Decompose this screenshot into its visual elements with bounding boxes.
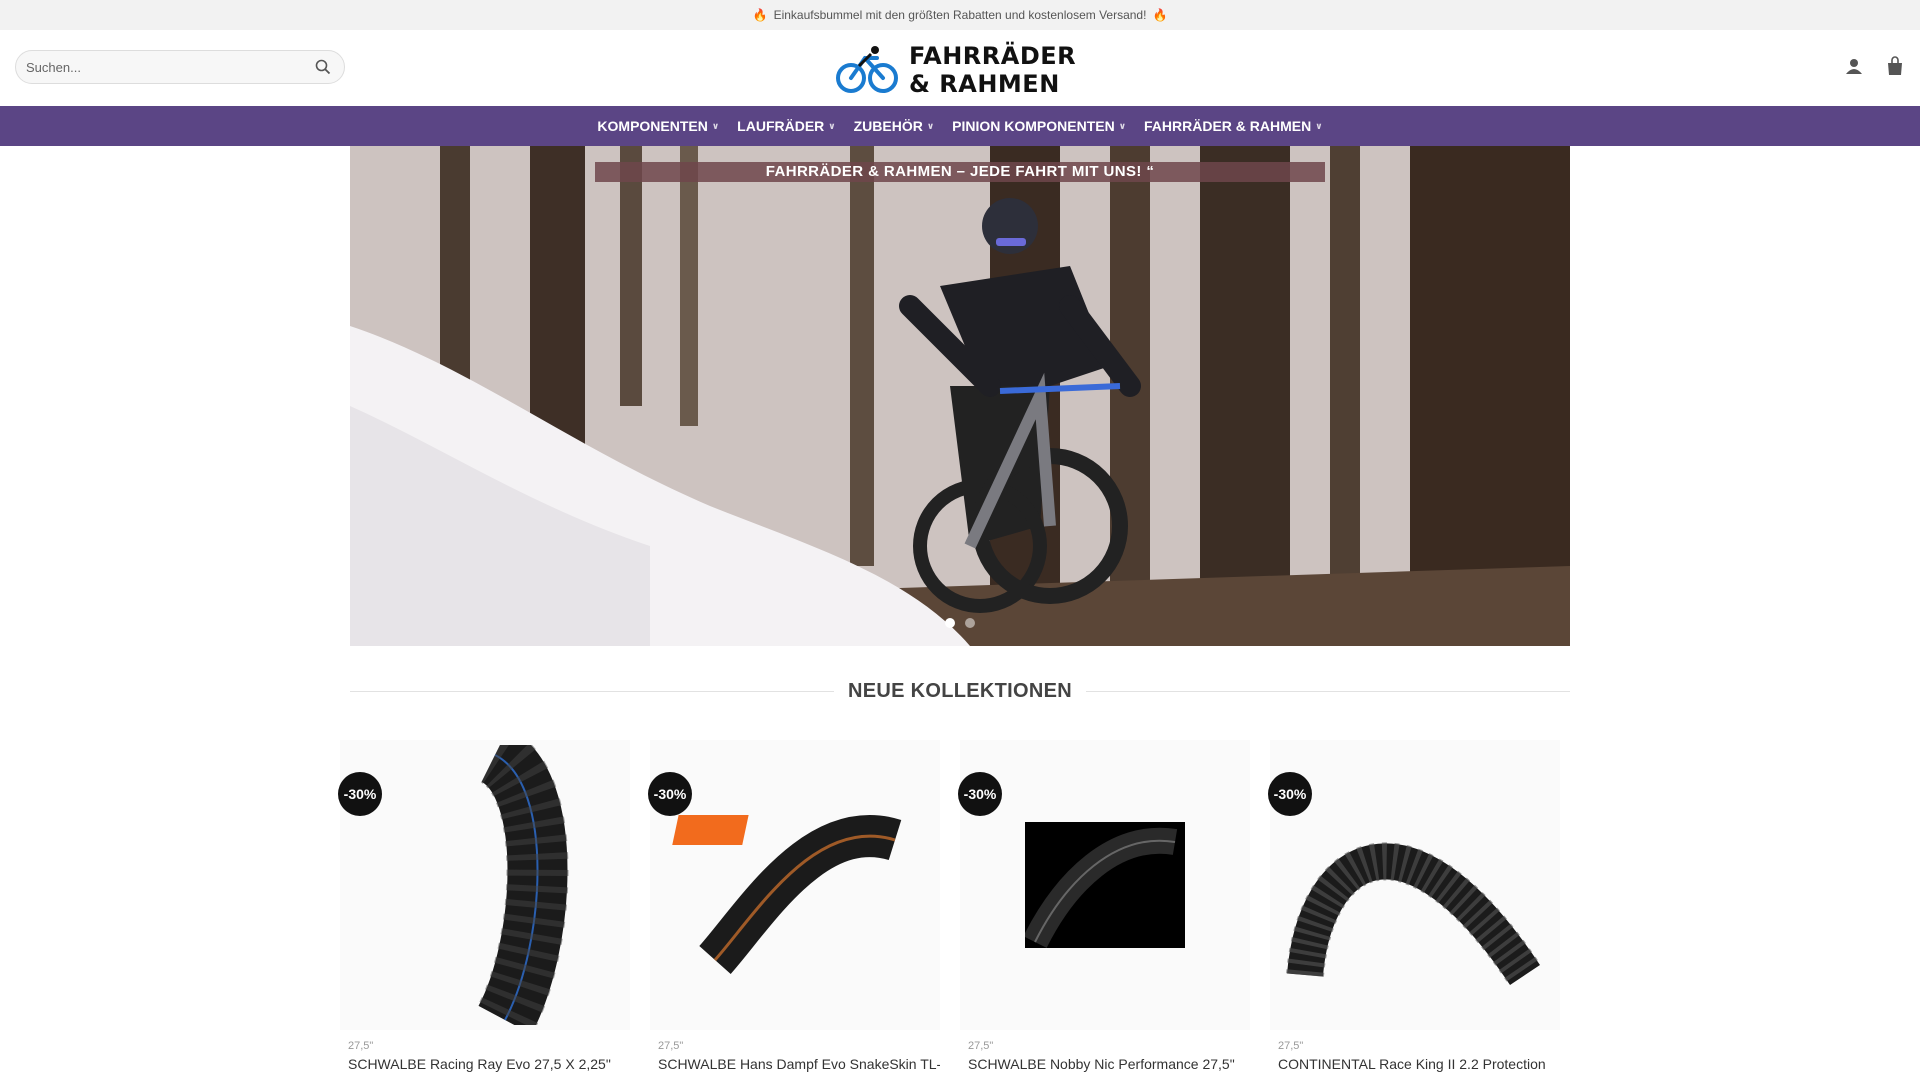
product-category: 27,5" [1278, 1040, 1304, 1052]
product-grid: -30% 27,5" SCHWALBE Racing Ray Evo 27,5 … [338, 740, 1580, 1072]
tire-image [1286, 842, 1541, 986]
bicycle-logo-icon [836, 46, 898, 93]
product-name[interactable]: SCHWALBE Racing Ray Evo 27,5 X 2,25" [348, 1056, 630, 1072]
tire-image [477, 745, 569, 1025]
logo-line-1: FAHRRÄDER [909, 42, 1077, 70]
sale-badge: -30% [1268, 772, 1312, 816]
nav-label: FAHRRÄDER & RAHMEN [1144, 118, 1312, 134]
product-image[interactable] [340, 740, 630, 1030]
product-name[interactable]: CONTINENTAL Race King II 2.2 Protection [1278, 1056, 1560, 1072]
tire-image [672, 815, 902, 974]
product-name[interactable]: SCHWALBE Nobby Nic Performance 27,5" [968, 1056, 1250, 1072]
search-icon[interactable] [312, 56, 334, 78]
announcement-bar: 🔥 Einkaufsbummel mit den größten Rabatte… [0, 0, 1920, 30]
hero-slider[interactable]: FAHRRÄDER & RAHMEN – JEDE FAHRT MIT UNS!… [350, 146, 1570, 646]
divider [1086, 691, 1570, 692]
main-navigation: KOMPONENTEN ∨ LAUFRÄDER ∨ ZUBEHÖR ∨ PINION … [0, 106, 1920, 146]
product-card[interactable]: -30% 27,5" SCHWALBE Racing Ray Evo 27,5 … [338, 740, 630, 1072]
sale-badge: -30% [958, 772, 1002, 816]
search-form [15, 50, 345, 84]
hero-image [350, 146, 1570, 646]
divider [350, 691, 834, 692]
site-logo[interactable]: FAHRRÄDER & RAHMEN [835, 42, 1076, 98]
search-input[interactable] [26, 59, 312, 75]
product-category: 27,5" [968, 1040, 994, 1052]
flame-icon: 🔥 [1152, 8, 1168, 22]
nav-label: PINION KOMPONENTEN [952, 118, 1115, 134]
product-name[interactable]: SCHWALBE Hans Dampf Evo SnakeSkin TL- [658, 1056, 940, 1072]
chevron-down-icon: ∨ [1315, 120, 1323, 131]
nav-label: LAUFRÄDER [737, 118, 825, 134]
nav-label: ZUBEHÖR [853, 118, 923, 134]
slider-dot[interactable] [965, 618, 975, 628]
nav-label: KOMPONENTEN [597, 118, 708, 134]
section-heading: NEUE KOLLEKTIONEN [350, 680, 1570, 703]
slider-dots [350, 618, 1570, 628]
site-header: FAHRRÄDER & RAHMEN [0, 30, 1920, 106]
product-card[interactable]: -30% 27,5" SCHWALBE Nobby Nic Performanc… [958, 740, 1250, 1072]
chevron-down-icon: ∨ [711, 120, 720, 131]
product-category: 27,5" [658, 1040, 684, 1052]
tire-image [1025, 822, 1185, 948]
hero-banner-text: FAHRRÄDER & RAHMEN – JEDE FAHRT MIT UNS!… [595, 162, 1325, 182]
product-image[interactable] [650, 740, 940, 1030]
flame-icon: 🔥 [752, 8, 768, 22]
header-actions [1845, 56, 1905, 81]
product-image[interactable] [960, 740, 1250, 1030]
chevron-down-icon: ∨ [828, 120, 836, 131]
slider-dot[interactable] [945, 618, 955, 628]
product-category: 27,5" [348, 1040, 374, 1052]
nav-item-fahrraeder-rahmen[interactable]: FAHRRÄDER & RAHMEN ∨ [1144, 118, 1323, 134]
announcement-text: Einkaufsbummel mit den größten Rabatten … [773, 8, 1147, 22]
cart-icon[interactable] [1885, 56, 1905, 81]
product-card[interactable]: -30% 27,5" CONTINENTAL Race King II 2.2 … [1268, 740, 1560, 1072]
sale-badge: -30% [648, 772, 692, 816]
nav-item-komponenten[interactable]: KOMPONENTEN ∨ [597, 118, 719, 134]
product-image[interactable] [1270, 740, 1560, 1030]
nav-item-pinion-komponenten[interactable]: PINION KOMPONENTEN ∨ [952, 118, 1126, 134]
chevron-down-icon: ∨ [926, 120, 935, 131]
nav-item-laufraeder[interactable]: LAUFRÄDER ∨ [737, 118, 835, 134]
product-card[interactable]: -30% 27,5" SCHWALBE Hans Dampf Evo Snake… [648, 740, 940, 1072]
section-title: NEUE KOLLEKTIONEN [848, 680, 1072, 702]
chevron-down-icon: ∨ [1118, 120, 1127, 131]
nav-item-zubehoer[interactable]: ZUBEHÖR ∨ [854, 118, 935, 134]
logo-line-2: & RAHMEN [909, 70, 1060, 98]
user-icon[interactable] [1845, 57, 1863, 80]
sale-badge: -30% [338, 772, 382, 816]
